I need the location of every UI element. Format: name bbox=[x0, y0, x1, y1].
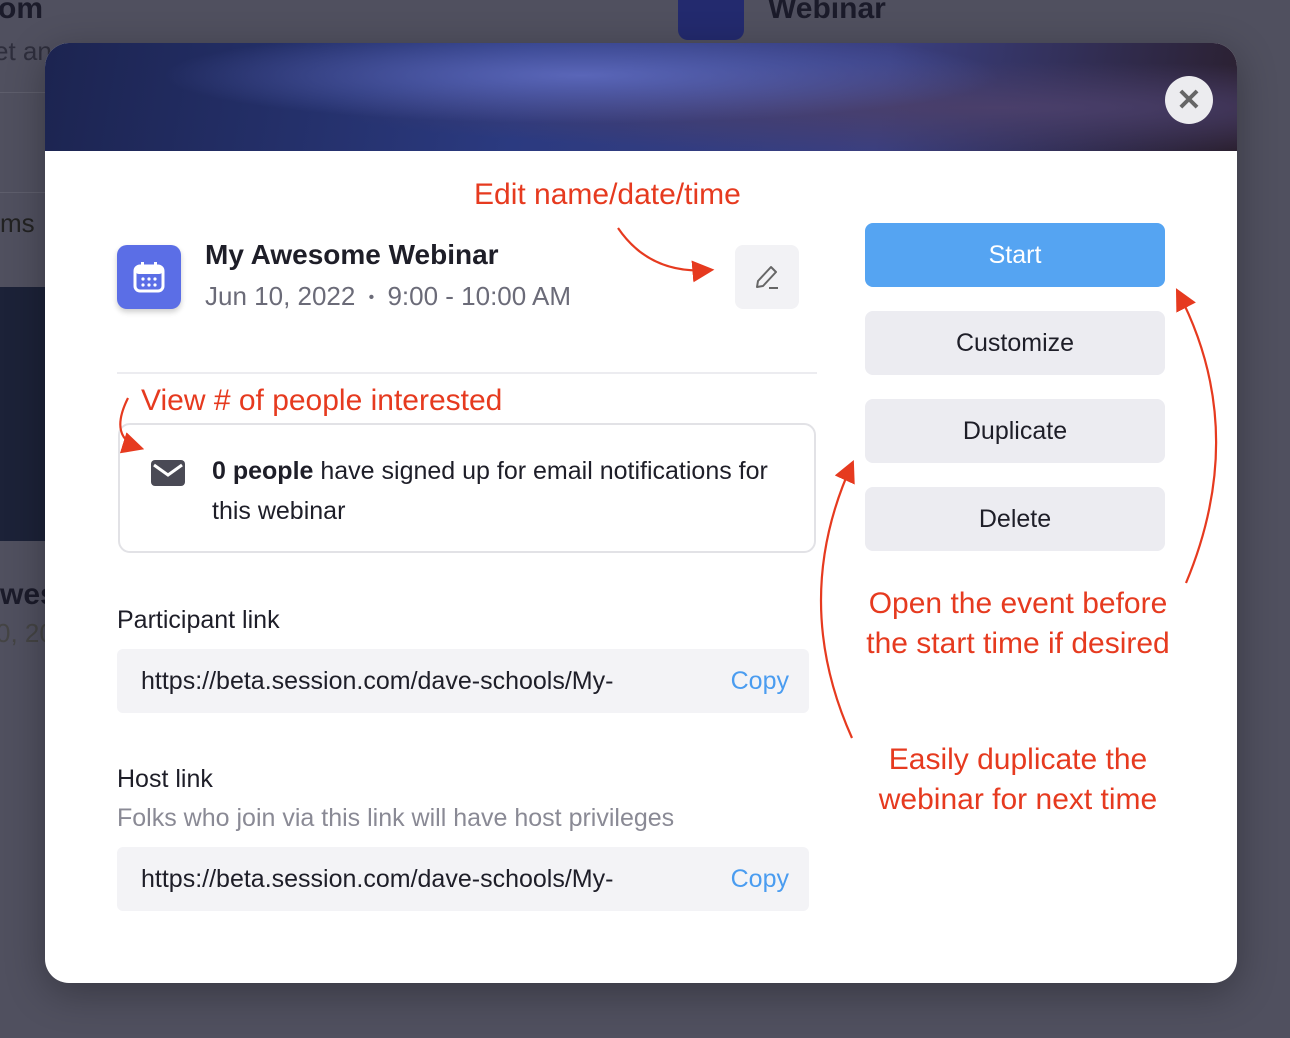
calendar-icon bbox=[117, 245, 181, 309]
edit-button[interactable] bbox=[735, 245, 799, 309]
bg-thumbnail bbox=[0, 287, 45, 541]
annotation-view: View # of people interested bbox=[141, 384, 503, 417]
notification-box: 0 people have signed up for email notifi… bbox=[118, 423, 816, 553]
pencil-icon bbox=[756, 266, 778, 289]
bg-text: ms bbox=[0, 208, 35, 238]
host-link-field: https://beta.session.com/dave-schools/My… bbox=[117, 847, 809, 911]
bg-text: Webinar bbox=[768, 0, 886, 25]
participant-link-label: Participant link bbox=[117, 606, 280, 634]
participant-link-field: https://beta.session.com/dave-schools/My… bbox=[117, 649, 809, 713]
bg-divider bbox=[0, 192, 45, 193]
annotation-duplicate-line-1: Easily duplicate the bbox=[888, 743, 1148, 776]
event-title: My Awesome Webinar bbox=[205, 239, 499, 270]
annotation-open: Open the event before the start time if d… bbox=[838, 584, 1198, 664]
annotation-edit: Edit name/date/time bbox=[474, 178, 741, 211]
duplicate-button[interactable]: Duplicate bbox=[865, 399, 1165, 463]
separator: • bbox=[368, 289, 375, 306]
bg-text: om bbox=[0, 0, 43, 25]
event-date: Jun 10, 2022 bbox=[205, 281, 356, 311]
banner-image bbox=[45, 43, 1237, 151]
close-button[interactable]: ✕ bbox=[1165, 76, 1213, 124]
annotation-duplicate: Easily duplicate the webinar for next tim… bbox=[838, 740, 1198, 820]
host-link-url[interactable]: https://beta.session.com/dave-schools/My… bbox=[141, 865, 731, 894]
participant-link-url[interactable]: https://beta.session.com/dave-schools/My… bbox=[141, 667, 731, 696]
event-time: 9:00 - 10:00 AM bbox=[387, 281, 571, 311]
envelope-icon bbox=[151, 460, 185, 486]
bg-calendar-icon bbox=[678, 0, 744, 40]
divider bbox=[117, 372, 817, 374]
x-icon: ✕ bbox=[1176, 83, 1202, 117]
host-link-label: Host link bbox=[117, 765, 213, 793]
bg-divider bbox=[0, 92, 45, 93]
customize-button[interactable]: Customize bbox=[865, 311, 1165, 375]
notification-text: 0 people have signed up for email notifi… bbox=[212, 451, 802, 531]
copy-participant-link-button[interactable]: Copy bbox=[731, 667, 789, 696]
annotation-open-line-2: the start time if desired bbox=[866, 627, 1170, 660]
annotation-open-line-1: Open the event before bbox=[868, 587, 1168, 620]
people-count: 0 people bbox=[212, 457, 314, 485]
host-link-description: Folks who join via this link will have h… bbox=[117, 804, 675, 832]
copy-host-link-button[interactable]: Copy bbox=[731, 865, 789, 894]
annotation-duplicate-line-2: webinar for next time bbox=[878, 783, 1158, 816]
start-button[interactable]: Start bbox=[865, 223, 1165, 287]
delete-button[interactable]: Delete bbox=[865, 487, 1165, 551]
event-datetime: Jun 10, 2022 • 9:00 - 10:00 AM bbox=[205, 281, 571, 312]
